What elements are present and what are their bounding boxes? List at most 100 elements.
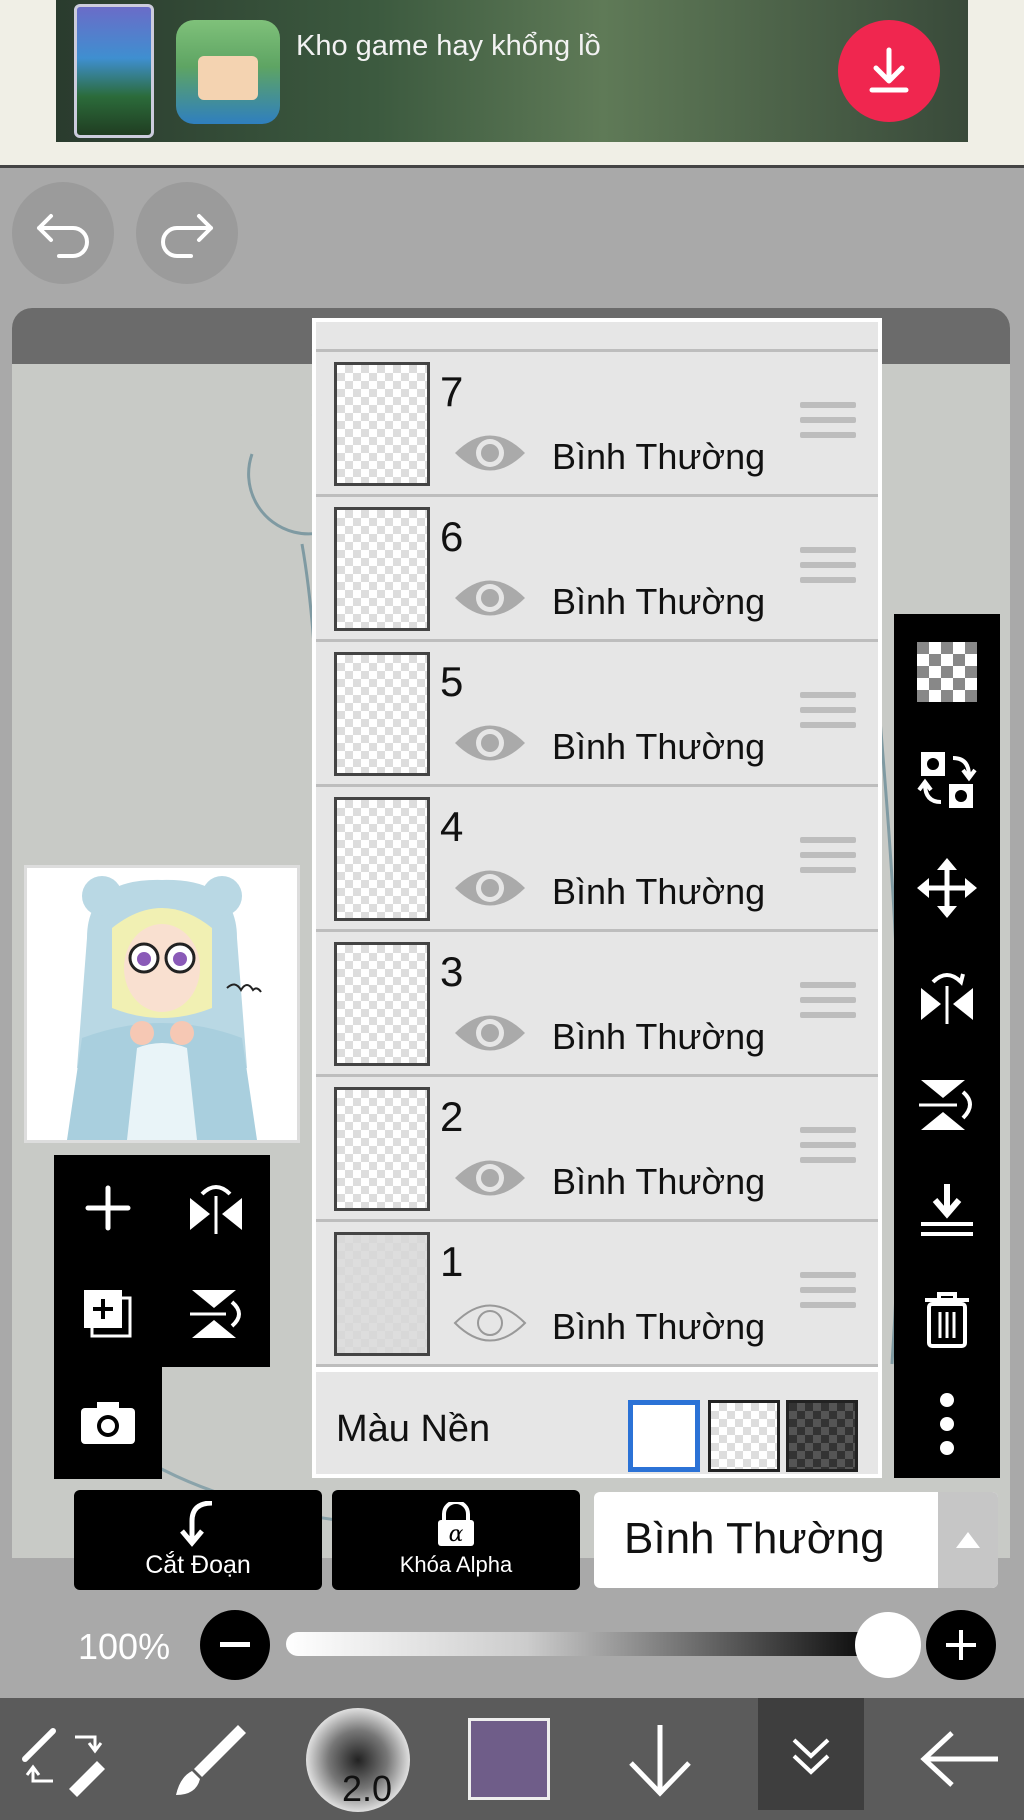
- layer-row-1[interactable]: 1 Bình Thường: [316, 1222, 878, 1367]
- redo-icon: [161, 214, 213, 258]
- layer-row-2[interactable]: 2 Bình Thường: [316, 1077, 878, 1222]
- swap-layer-button[interactable]: [894, 726, 1000, 834]
- blend-mode-select[interactable]: Bình Thường: [594, 1492, 998, 1588]
- clipping-button[interactable]: Cắt Đoạn: [74, 1490, 322, 1590]
- background-dark-option[interactable]: [786, 1400, 858, 1472]
- drag-handle-icon[interactable]: [800, 982, 856, 1027]
- tool-swap-button[interactable]: [4, 1698, 124, 1820]
- layer-row-3[interactable]: 3 Bình Thường: [316, 932, 878, 1077]
- flip-horizontal-button[interactable]: [162, 1155, 270, 1261]
- double-chevron-down-icon: [792, 1738, 830, 1775]
- alpha-lock-button[interactable]: α Khóa Alpha: [332, 1490, 580, 1590]
- plus-icon: [946, 1630, 976, 1660]
- drag-handle-icon[interactable]: [800, 402, 856, 447]
- flip-vertical-icon: [919, 1080, 972, 1130]
- trash-icon: [925, 1292, 969, 1348]
- flip-horizontal-icon: [921, 973, 973, 1024]
- drag-handle-icon[interactable]: [800, 547, 856, 592]
- flip-horizontal-icon: [190, 1185, 242, 1234]
- flip-vertical-right-button[interactable]: [894, 1050, 1000, 1158]
- current-color-swatch[interactable]: [468, 1718, 550, 1800]
- eye-icon[interactable]: [452, 863, 528, 913]
- ad-text: Kho game hay khổng lồ: [296, 30, 601, 62]
- move-button[interactable]: [894, 834, 1000, 942]
- background-color-row: Màu Nền: [316, 1372, 878, 1474]
- layer-number: 3: [440, 948, 464, 995]
- layer-blend-mode: Bình Thường: [552, 1306, 766, 1347]
- opacity-increase-button[interactable]: [926, 1610, 996, 1680]
- back-button[interactable]: [900, 1698, 1020, 1820]
- layer-blend-mode: Bình Thường: [552, 1016, 766, 1057]
- ad-content[interactable]: Kho game hay khổng lồ: [56, 0, 968, 142]
- more-options-button[interactable]: [894, 1370, 1000, 1478]
- ad-banner[interactable]: Kho game hay khổng lồ: [0, 0, 1024, 168]
- plus-icon: [85, 1185, 131, 1231]
- flip-vertical-button[interactable]: [162, 1261, 270, 1367]
- transparency-button[interactable]: [894, 618, 1000, 726]
- ad-download-button[interactable]: [838, 20, 940, 122]
- alpha-lock-label: Khóa Alpha: [399, 1552, 513, 1577]
- layer-thumbnail: [334, 797, 430, 921]
- arrow-down-icon: [629, 1725, 691, 1797]
- drag-handle-icon[interactable]: [800, 692, 856, 737]
- layer-number: 2: [440, 1093, 464, 1140]
- blend-mode-value: Bình Thường: [624, 1514, 885, 1563]
- layer-thumbnail: [334, 1232, 430, 1356]
- minus-icon: [220, 1642, 250, 1647]
- layer-blend-mode: Bình Thường: [552, 871, 766, 912]
- layer-row-partial[interactable]: [316, 322, 878, 352]
- clipping-label: Cắt Đoạn: [145, 1550, 251, 1579]
- brush-eraser-swap-icon: [22, 1728, 105, 1797]
- eye-icon[interactable]: [452, 718, 528, 768]
- drag-handle-icon[interactable]: [800, 837, 856, 882]
- move-icon: [917, 858, 977, 918]
- brush-tool-button[interactable]: [148, 1698, 268, 1820]
- layer-number: 1: [440, 1238, 464, 1285]
- opacity-decrease-button[interactable]: [200, 1610, 270, 1680]
- eye-icon[interactable]: [452, 1008, 528, 1058]
- layer-blend-mode: Bình Thường: [552, 581, 766, 622]
- layer-thumbnail: [334, 652, 430, 776]
- undo-button[interactable]: [12, 182, 114, 284]
- drag-handle-icon[interactable]: [800, 1127, 856, 1172]
- eye-icon[interactable]: [452, 428, 528, 478]
- bottom-toolbar: 2.0: [0, 1698, 1024, 1820]
- move-down-button[interactable]: [600, 1698, 720, 1820]
- flip-horizontal-right-button[interactable]: [894, 942, 1000, 1050]
- layer-tools-palette: [54, 1155, 270, 1367]
- layer-number: 5: [440, 658, 464, 705]
- camera-icon: [81, 1402, 135, 1444]
- background-transparent-option[interactable]: [708, 1400, 780, 1472]
- eye-icon[interactable]: [452, 1153, 528, 1203]
- layer-row-4[interactable]: 4 Bình Thường: [316, 787, 878, 932]
- drag-handle-icon[interactable]: [800, 1272, 856, 1317]
- clip-arrow-icon: [180, 1500, 213, 1547]
- merge-down-button[interactable]: [894, 1158, 1000, 1266]
- eye-icon[interactable]: [452, 573, 528, 623]
- layers-tab-button[interactable]: [758, 1698, 864, 1810]
- opacity-slider[interactable]: [286, 1632, 888, 1656]
- duplicate-layer-button[interactable]: [54, 1261, 162, 1367]
- duplicate-layer-icon: [84, 1290, 132, 1338]
- brush-size-button[interactable]: 2.0: [306, 1708, 410, 1812]
- delete-layer-button[interactable]: [894, 1266, 1000, 1374]
- right-tool-column: [894, 614, 1000, 1478]
- layer-row-7[interactable]: 7 Bình Thường: [316, 352, 878, 497]
- eye-hidden-icon[interactable]: [452, 1298, 528, 1348]
- layer-row-5[interactable]: 5 Bình Thường: [316, 642, 878, 787]
- background-label: Màu Nền: [336, 1408, 491, 1450]
- artwork-preview: [24, 865, 300, 1143]
- camera-button[interactable]: [54, 1369, 162, 1475]
- swap-icon: [917, 752, 977, 808]
- brush-size-value: 2.0: [342, 1768, 393, 1809]
- add-layer-button[interactable]: [54, 1155, 162, 1261]
- layer-thumbnail: [334, 507, 430, 631]
- undo-icon: [37, 214, 89, 258]
- layer-row-6[interactable]: 6 Bình Thường: [316, 497, 878, 642]
- layers-panel[interactable]: 7 Bình Thường 6 Bình Thường 5 Bình Thườn…: [312, 318, 882, 1478]
- lock-alpha-icon: α: [438, 1502, 474, 1547]
- opacity-slider-thumb[interactable]: [855, 1612, 921, 1678]
- blend-mode-dropdown-arrow[interactable]: [938, 1492, 998, 1588]
- background-white-option[interactable]: [628, 1400, 700, 1472]
- redo-button[interactable]: [136, 182, 238, 284]
